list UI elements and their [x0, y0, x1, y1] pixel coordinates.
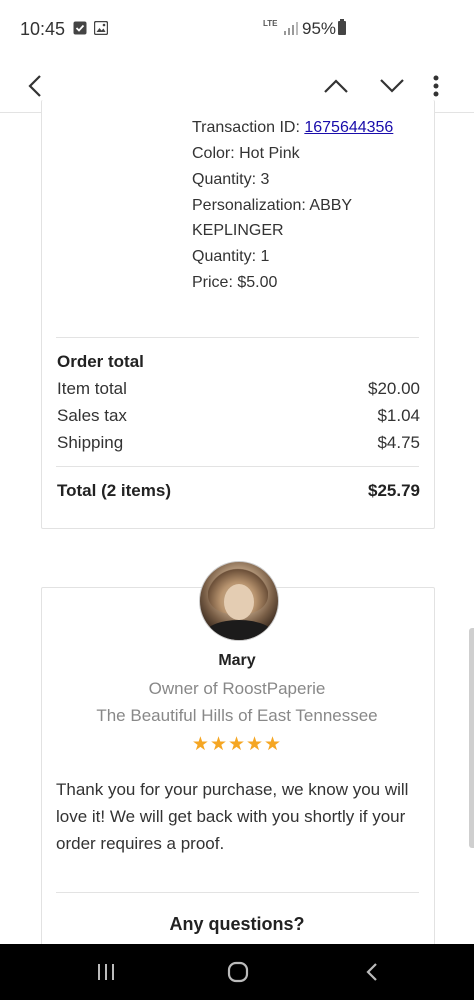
status-time: 10:45 [20, 19, 66, 39]
seller-message: Thank you for your purchase, we know you… [56, 780, 409, 853]
transaction-id-link[interactable]: 1675644356 [304, 119, 393, 136]
shipping-label: Shipping [57, 433, 124, 452]
chevron-down-icon [380, 79, 404, 93]
item-personalization: Personalization: ABBY [192, 197, 353, 214]
status-bar: 10:45 LTE 95% [0, 0, 474, 56]
recent-apps-icon [98, 964, 114, 980]
checkbox-notification-icon [73, 21, 87, 35]
system-back-button[interactable] [342, 952, 402, 992]
grand-total-value: $25.79 [368, 481, 420, 500]
chevron-up-icon [324, 79, 348, 93]
item-total-value: $20.00 [368, 379, 420, 398]
order-card: Transaction ID: 1675644356 Color: Hot Pi… [41, 100, 435, 529]
back-arrow-icon [28, 75, 41, 97]
item-color: Color: Hot Pink [192, 145, 300, 162]
item-price: Price: $5.00 [192, 274, 278, 291]
home-icon [227, 961, 249, 983]
item-quantity: Quantity: 3 [192, 171, 270, 188]
battery-percent: 95% [302, 19, 337, 38]
seller-name: Mary [218, 652, 256, 669]
seller-role: Owner of RoostPaperie [148, 679, 326, 698]
divider [56, 337, 419, 338]
back-icon [366, 963, 377, 981]
questions-heading: Any questions? [169, 914, 305, 934]
sales-tax-value: $1.04 [377, 406, 420, 425]
transaction-label: Transaction ID: [192, 119, 305, 136]
image-notification-icon [94, 21, 108, 35]
grand-total-label: Total (2 items) [57, 481, 171, 500]
transaction-line: Transaction ID: 1675644356 [192, 119, 393, 137]
home-button[interactable] [208, 952, 268, 992]
seller-location: The Beautiful Hills of East Tennessee [96, 706, 378, 725]
sales-tax-label: Sales tax [57, 406, 127, 425]
avatar [199, 561, 279, 641]
lte-indicator: LTE [263, 19, 278, 28]
order-total-heading: Order total [57, 352, 144, 371]
star-rating: ★★★★★ [191, 734, 283, 755]
scrollbar[interactable] [469, 628, 474, 848]
battery-icon [338, 19, 346, 35]
signal-icon [284, 22, 298, 35]
item-total-label: Item total [57, 379, 127, 398]
shipping-value: $4.75 [377, 433, 420, 452]
divider [56, 466, 419, 467]
divider [56, 892, 419, 893]
more-vert-icon [433, 75, 439, 97]
item-personalization-cont: KEPLINGER [192, 222, 284, 239]
system-nav-bar [0, 944, 474, 1000]
recent-apps-button[interactable] [76, 952, 136, 992]
item-quantity-2: Quantity: 1 [192, 248, 270, 265]
